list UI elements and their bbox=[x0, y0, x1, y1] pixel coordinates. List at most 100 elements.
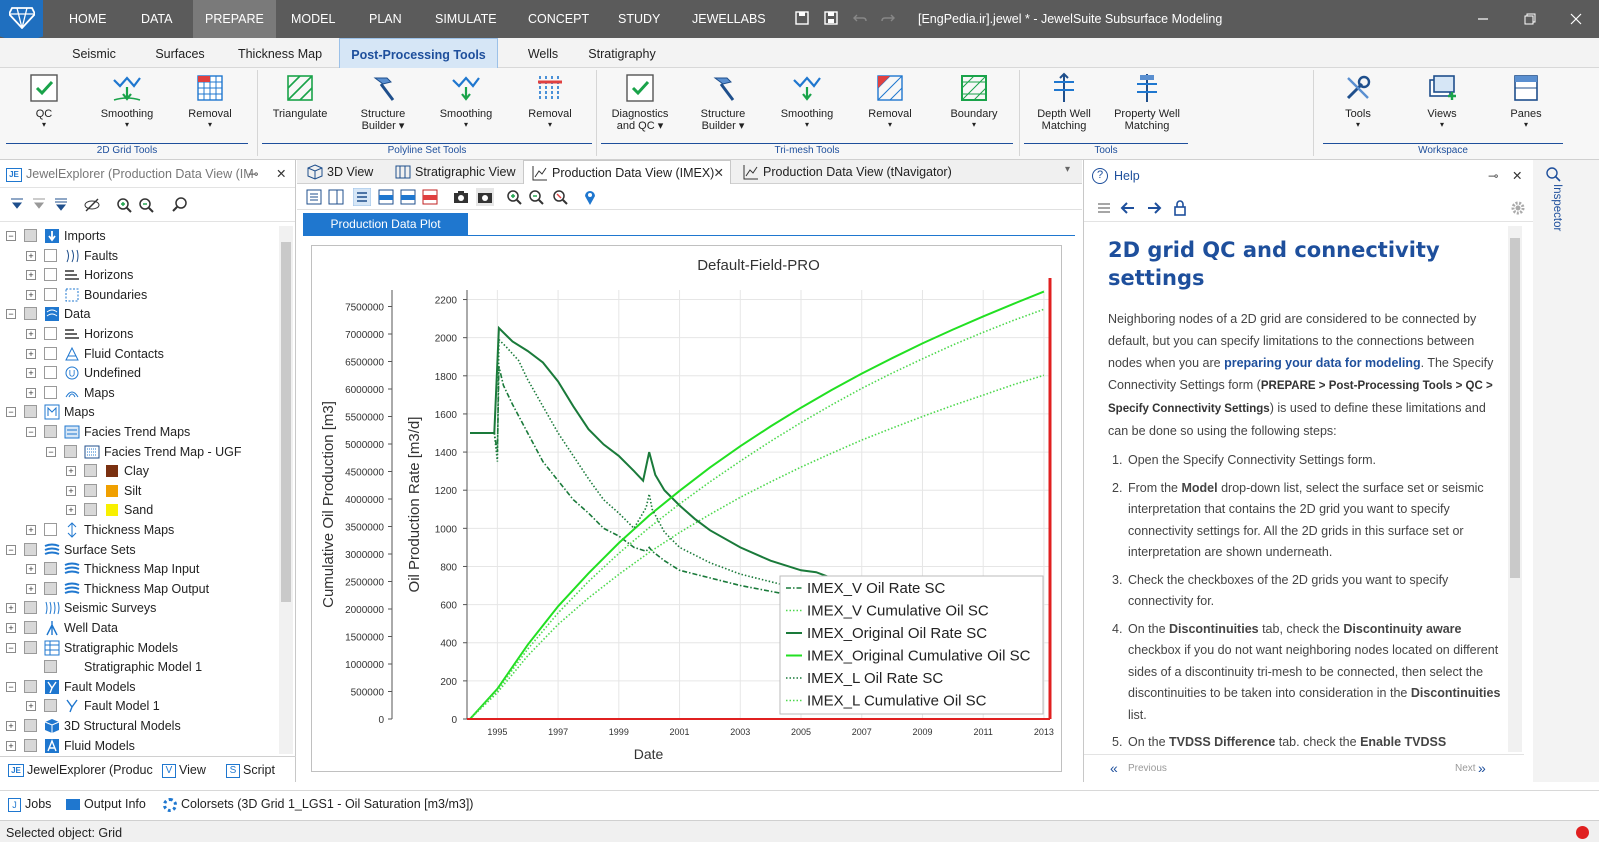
visibility-checkbox[interactable] bbox=[24, 601, 37, 615]
menu-prepare[interactable]: PREPARE bbox=[193, 0, 276, 38]
expand-toggle-icon[interactable]: + bbox=[26, 564, 36, 575]
expand-all-icon[interactable] bbox=[52, 196, 70, 214]
tree-item[interactable]: + Clay bbox=[0, 461, 278, 481]
expand-toggle-icon[interactable]: + bbox=[6, 740, 16, 751]
help-scroll-thumb[interactable] bbox=[1510, 238, 1520, 578]
boundary-button[interactable]: Boundary ▾ bbox=[939, 72, 1009, 129]
grid-removal-button[interactable]: Removal ▾ bbox=[175, 72, 245, 129]
production-data-plot-tab[interactable]: Production Data Plot bbox=[303, 213, 468, 235]
expand-toggle-icon[interactable]: + bbox=[66, 505, 76, 516]
property-well-matching-button[interactable]: Property Well Matching bbox=[1112, 72, 1182, 132]
expand-toggle-icon[interactable]: + bbox=[66, 485, 76, 496]
next-icon[interactable]: » bbox=[1478, 760, 1486, 776]
tree-item[interactable]: + Maps bbox=[0, 383, 278, 403]
visibility-checkbox[interactable] bbox=[44, 562, 57, 576]
visibility-checkbox[interactable] bbox=[44, 660, 57, 674]
zoom-reset-icon[interactable] bbox=[551, 188, 569, 206]
export-image-icon[interactable] bbox=[399, 188, 417, 206]
expand-toggle-icon[interactable]: + bbox=[26, 525, 36, 535]
expand-toggle-icon[interactable]: + bbox=[26, 250, 36, 261]
visibility-checkbox[interactable] bbox=[64, 444, 77, 458]
visibility-checkbox[interactable] bbox=[44, 327, 57, 340]
tree-item[interactable]: − Fault Models bbox=[0, 677, 278, 697]
polyline-removal-button[interactable]: Removal ▾ bbox=[515, 72, 585, 129]
expand-toggle-icon[interactable]: + bbox=[26, 270, 36, 281]
tree-item[interactable]: − Maps bbox=[0, 402, 278, 422]
expand-toggle-icon[interactable]: + bbox=[26, 701, 36, 712]
tab-view[interactable]: V View bbox=[162, 759, 206, 781]
expand-toggle-icon[interactable]: + bbox=[26, 387, 36, 398]
forward-arrow-icon[interactable] bbox=[1146, 200, 1162, 216]
tree-item[interactable]: − Data bbox=[0, 304, 278, 324]
tab-thickness-map[interactable]: Thickness Map bbox=[232, 38, 328, 68]
collapse-toggle-icon[interactable]: − bbox=[26, 427, 36, 437]
explorer-scroll-thumb[interactable] bbox=[281, 242, 291, 602]
triangulate-button[interactable]: Triangulate bbox=[265, 72, 335, 120]
expand-toggle-icon[interactable]: + bbox=[26, 348, 36, 359]
expand-toggle-icon[interactable]: + bbox=[6, 623, 16, 633]
tab-jewelexplorer[interactable]: JE JewelExplorer (Produc bbox=[8, 759, 153, 781]
export-pdf-icon[interactable] bbox=[421, 188, 439, 206]
visibility-checkbox[interactable] bbox=[44, 699, 57, 713]
tree-item[interactable]: + Faults bbox=[0, 246, 278, 266]
search-icon[interactable] bbox=[171, 196, 189, 214]
tree-item[interactable]: − Imports bbox=[0, 226, 278, 246]
previous-link[interactable]: Previous bbox=[1128, 763, 1167, 774]
collapse-toggle-icon[interactable]: − bbox=[6, 231, 16, 241]
output-info-tab[interactable]: Output Info bbox=[66, 795, 146, 813]
tab-production-data-view-imex[interactable]: Production Data View (IMEX) ✕ bbox=[523, 160, 731, 184]
previous-icon[interactable]: « bbox=[1110, 760, 1118, 776]
tree-item[interactable]: + Seismic Surveys bbox=[0, 598, 278, 618]
redo-icon[interactable] bbox=[881, 11, 895, 25]
visibility-checkbox[interactable] bbox=[24, 738, 37, 752]
collapse-toggle-icon[interactable]: − bbox=[46, 446, 56, 457]
inspector-tab[interactable]: Inspector bbox=[1545, 184, 1563, 274]
tree-item[interactable]: + Boundaries bbox=[0, 285, 278, 305]
menu-concept[interactable]: CONCEPT bbox=[516, 0, 601, 38]
expand-toggle-icon[interactable]: + bbox=[26, 368, 36, 379]
collapse-all-icon[interactable] bbox=[8, 196, 26, 214]
trimesh-removal-button[interactable]: Removal ▾ bbox=[855, 72, 925, 129]
tree-item[interactable]: + Well Data bbox=[0, 618, 278, 638]
menu-model[interactable]: MODEL bbox=[279, 0, 347, 38]
tab-production-data-view-tnavigator[interactable]: Production Data View (tNavigator) bbox=[735, 160, 975, 184]
gear-icon[interactable] bbox=[1510, 200, 1526, 216]
visibility-checkbox[interactable] bbox=[24, 621, 37, 634]
tree-item[interactable]: Stratigraphic Model 1 bbox=[0, 657, 278, 677]
menu-jewellabs[interactable]: JEWELLABS bbox=[680, 0, 778, 38]
properties-icon[interactable] bbox=[305, 188, 323, 206]
polyline-smoothing-button[interactable]: Smoothing ▾ bbox=[431, 72, 501, 129]
collapse-toggle-icon[interactable]: − bbox=[6, 407, 16, 418]
visibility-checkbox[interactable] bbox=[44, 385, 57, 399]
visibility-checkbox[interactable] bbox=[44, 268, 57, 282]
save-as-icon[interactable] bbox=[824, 11, 838, 25]
back-arrow-icon[interactable] bbox=[1120, 200, 1136, 216]
tree-item[interactable]: − Surface Sets bbox=[0, 540, 278, 560]
expand-toggle-icon[interactable]: + bbox=[6, 603, 16, 614]
restore-icon[interactable] bbox=[1522, 11, 1538, 27]
tab-wells[interactable]: Wells bbox=[515, 38, 571, 68]
expand-toggle-icon[interactable]: + bbox=[26, 289, 36, 300]
trimesh-smoothing-button[interactable]: Smoothing ▾ bbox=[772, 72, 842, 129]
menu-data[interactable]: DATA bbox=[129, 0, 184, 38]
tree-item[interactable]: + Fluid Models bbox=[0, 736, 278, 754]
layout-icon[interactable] bbox=[327, 188, 345, 206]
menu-icon[interactable] bbox=[1096, 200, 1112, 216]
expand-toggle-icon[interactable]: + bbox=[26, 583, 36, 594]
tab-3d-view[interactable]: 3D View bbox=[299, 160, 401, 184]
visibility-checkbox[interactable] bbox=[44, 523, 57, 536]
expand-toggle-icon[interactable]: + bbox=[26, 329, 36, 339]
visibility-checkbox[interactable] bbox=[24, 719, 37, 732]
tree-item[interactable]: + Horizons bbox=[0, 265, 278, 285]
inspector-icon[interactable] bbox=[1545, 166, 1561, 182]
tree-item[interactable]: + Fault Model 1 bbox=[0, 696, 278, 716]
menu-study[interactable]: STUDY bbox=[606, 0, 672, 38]
visibility-checkbox[interactable] bbox=[24, 229, 37, 242]
qc-button[interactable]: QC ▾ bbox=[9, 72, 79, 129]
tools-button[interactable]: Tools ▾ bbox=[1323, 72, 1393, 129]
close-panel-icon[interactable]: ✕ bbox=[276, 160, 286, 187]
diagnostics-qc-button[interactable]: Diagnostics and QC ▾ bbox=[605, 72, 675, 132]
tab-surfaces[interactable]: Surfaces bbox=[145, 38, 215, 68]
trimesh-structure-builder-button[interactable]: Structure Builder ▾ bbox=[688, 72, 758, 132]
visibility-checkbox[interactable] bbox=[24, 679, 37, 693]
